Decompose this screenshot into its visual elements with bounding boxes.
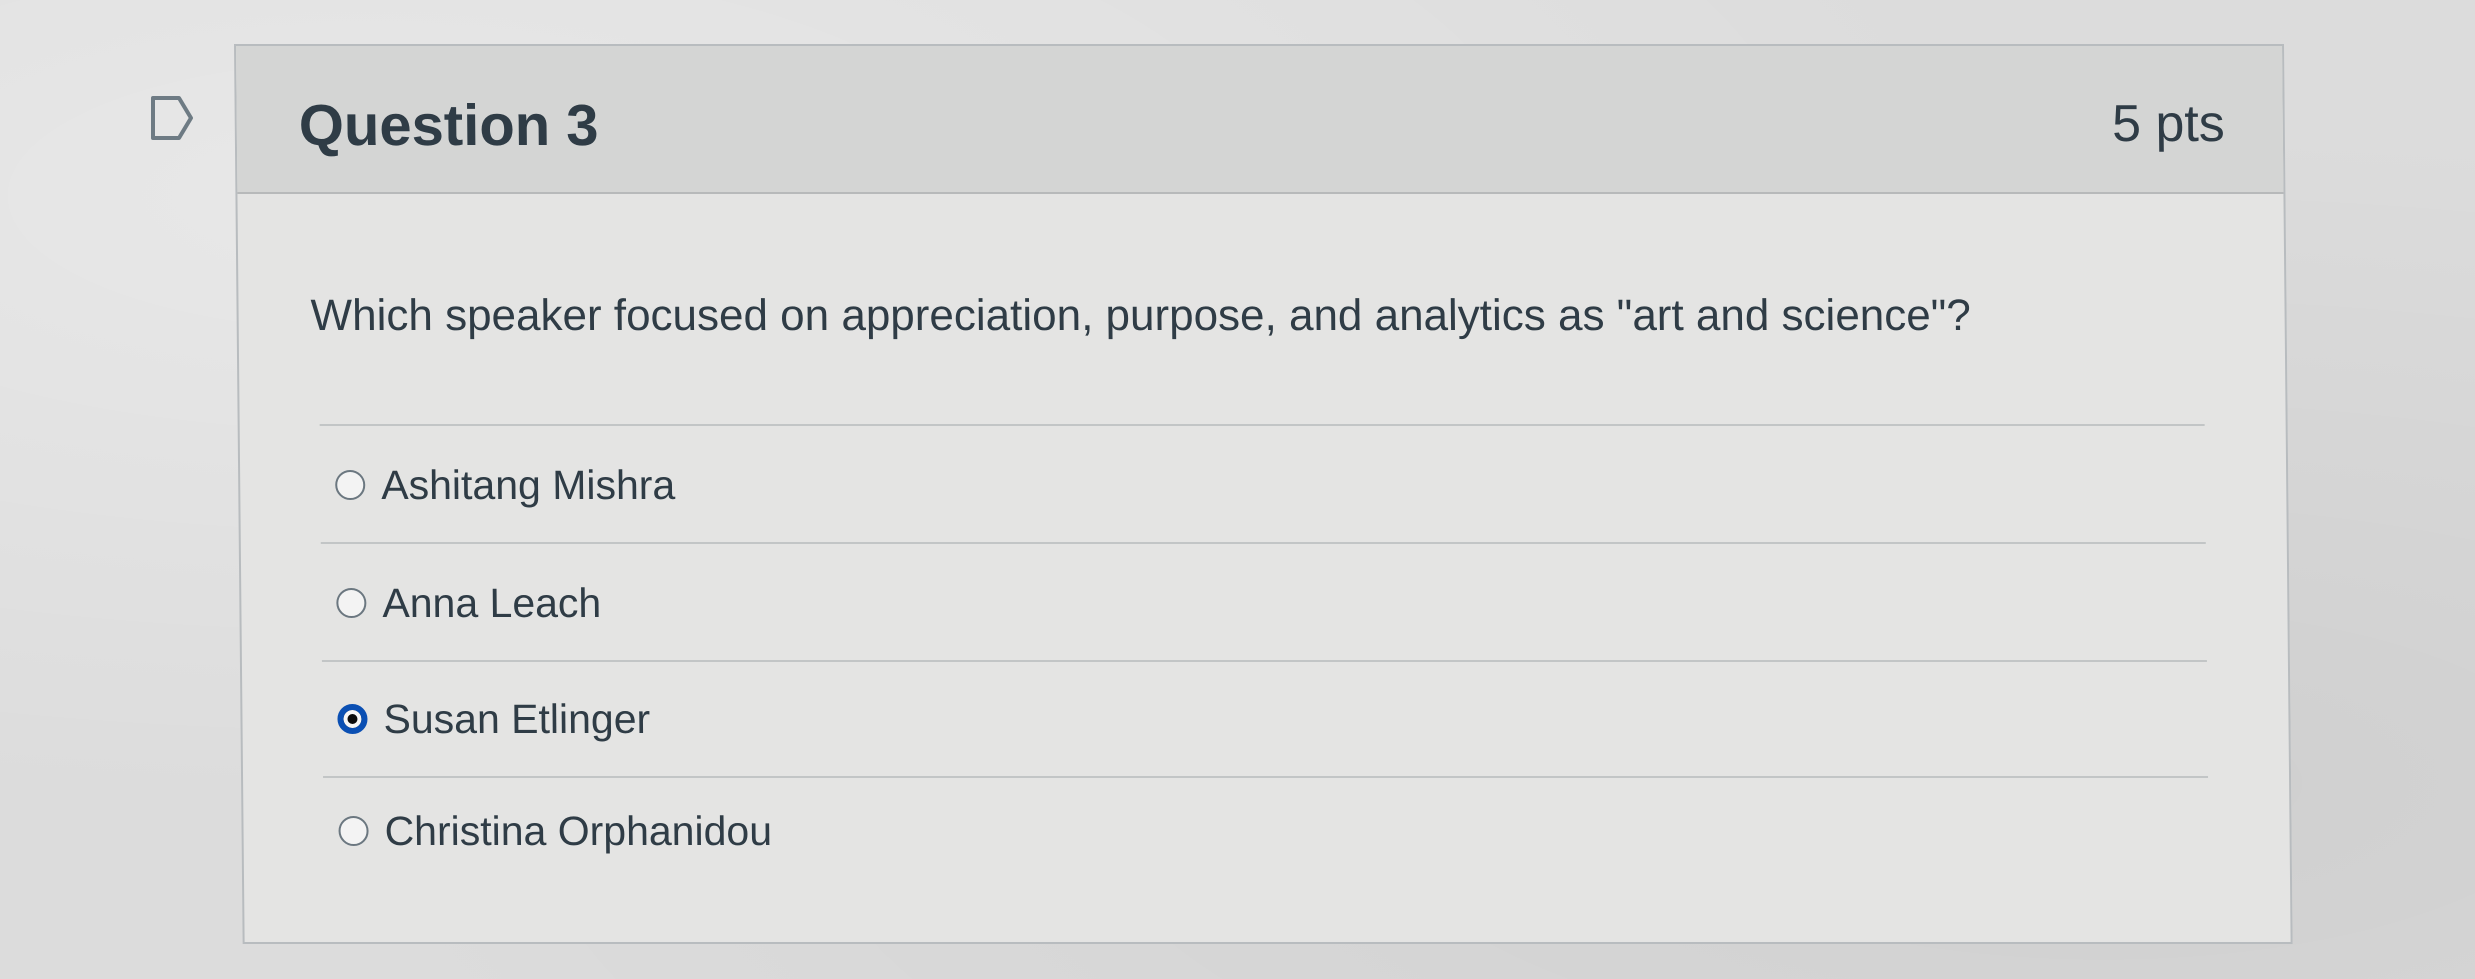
answer-option-christina-orphanidou[interactable]: Christina Orphanidou: [338, 804, 772, 858]
answer-divider: [321, 660, 2207, 662]
radio-button[interactable]: [336, 588, 367, 618]
radio-button[interactable]: [335, 470, 366, 500]
radio-button[interactable]: [338, 816, 369, 846]
answer-label: Ashitang Mishra: [381, 461, 676, 508]
answer-divider: [319, 424, 2205, 426]
radio-button-selected[interactable]: [337, 704, 368, 734]
answer-option-ashitang-mishra[interactable]: Ashitang Mishra: [335, 458, 675, 512]
answer-option-susan-etlinger[interactable]: Susan Etlinger: [337, 692, 650, 746]
question-header: Question 3 5 pts: [236, 46, 2284, 194]
answer-option-anna-leach[interactable]: Anna Leach: [336, 576, 601, 630]
answer-divider: [323, 776, 2209, 778]
question-title: Question 3: [298, 93, 599, 158]
question-card: Question 3 5 pts Which speaker focused o…: [234, 44, 2293, 944]
answer-label: Anna Leach: [382, 579, 602, 626]
answer-label: Susan Etlinger: [383, 695, 651, 742]
question-points: 5 pts: [2111, 95, 2226, 153]
question-prompt: Which speaker focused on appreciation, p…: [310, 291, 1972, 340]
answer-divider: [320, 542, 2206, 544]
flag-question-icon[interactable]: [150, 95, 194, 141]
answer-label: Christina Orphanidou: [384, 807, 773, 854]
